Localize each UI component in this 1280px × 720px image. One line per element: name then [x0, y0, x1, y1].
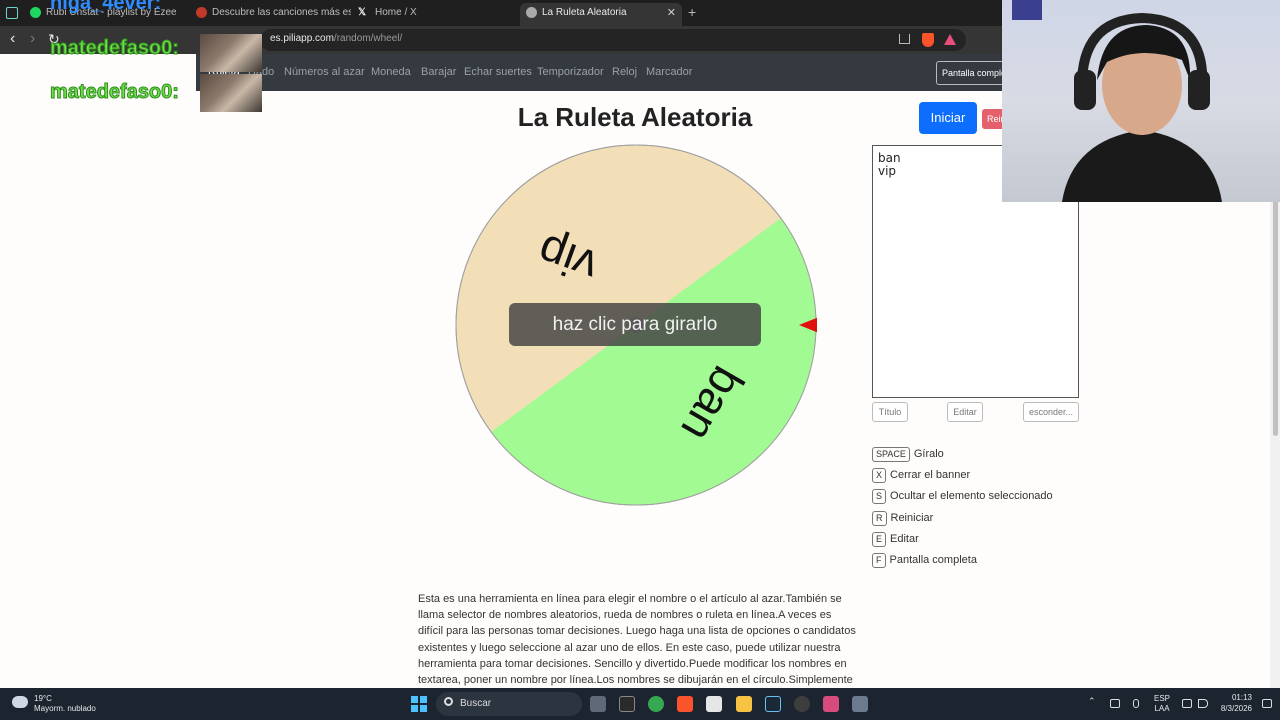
nav-moneda[interactable]: Moneda [371, 66, 411, 78]
weather-temp: 19°C [34, 694, 52, 703]
clock-date: 8/3/2026 [1220, 704, 1252, 713]
brave-shield-icon[interactable] [922, 33, 934, 47]
shortcut-key: SPACE [872, 447, 910, 462]
taskbar-search[interactable]: Buscar [436, 692, 582, 716]
shortcut-f: F Pantalla completa [872, 553, 977, 568]
chevron-up-icon[interactable]: ⌃ [1088, 696, 1098, 706]
tab-label: La Ruleta Aleatoria [542, 7, 627, 18]
language-code: ESP [1154, 694, 1171, 703]
site-icon [526, 6, 537, 18]
clock[interactable]: 01:13 8/3/2026 [1221, 692, 1252, 714]
tab-x[interactable]: 𝕏 Home / X [358, 3, 518, 23]
volume-icon[interactable] [1198, 699, 1208, 708]
app-icon[interactable] [823, 696, 839, 712]
notifications-icon[interactable] [1262, 699, 1272, 708]
shortcut-label: Pantalla completa [889, 554, 977, 566]
spotify-icon [30, 6, 41, 18]
start-button[interactable]: Iniciar [919, 102, 977, 134]
shortcut-key: S [872, 489, 887, 504]
shortcut-label: Gíralo [913, 448, 944, 460]
x-logo-icon: 𝕏 [358, 7, 367, 18]
nav-temporizador[interactable]: Temporizador [537, 66, 604, 78]
title-button[interactable]: Título [872, 402, 908, 422]
discord-icon[interactable] [1110, 699, 1120, 708]
url-host: es.piliapp.com [270, 33, 334, 44]
clock-time: 01:13 [1231, 693, 1252, 702]
cloud-icon [12, 696, 28, 708]
address-bar[interactable]: es.piliapp.com/random/wheel/ [260, 29, 966, 51]
shortcut-key: F [872, 553, 886, 568]
shortcut-key: R [872, 511, 887, 526]
tab-label: Descubre las canciones más escucha [212, 7, 351, 18]
nav-echar-suertes[interactable]: Echar suertes [464, 66, 532, 78]
chat-username: higa_4ever: [50, 0, 162, 14]
task-view-icon[interactable] [590, 696, 606, 712]
back-icon[interactable]: ‹ [10, 31, 15, 47]
language-sub: LAA [1154, 704, 1170, 713]
description-text: Esta es una herramienta en línea para el… [418, 593, 856, 687]
windows-taskbar: 19°C Mayorm. nublado Buscar ⌃ ESP LAA 01… [0, 688, 1280, 720]
edit-button[interactable]: Editar [947, 402, 983, 422]
windows-start-icon[interactable] [411, 696, 427, 712]
shortcut-label: Ocultar el elemento seleccionado [890, 490, 1053, 502]
search-label: Buscar [460, 698, 492, 709]
forward-icon[interactable]: › [30, 31, 35, 47]
nav-numeros[interactable]: Números al azar [284, 66, 365, 78]
shortcut-e: E Editar [872, 532, 919, 547]
shortcut-space: SPACE Gíralo [872, 447, 944, 462]
store-icon[interactable] [706, 696, 722, 712]
search-icon [444, 697, 453, 706]
microphone-icon[interactable] [1133, 699, 1139, 708]
webcam-overlay [1002, 0, 1280, 202]
new-tab-button[interactable]: + [688, 4, 696, 20]
reset-button[interactable]: Reiniciar [982, 109, 1004, 129]
obs-icon[interactable] [794, 696, 810, 712]
hide-button[interactable]: esconder... [1023, 402, 1079, 422]
window-menu-icon[interactable] [6, 7, 18, 19]
url-text: es.piliapp.com/random/wheel/ [270, 33, 402, 44]
nav-barajar[interactable]: Barajar [421, 66, 456, 78]
steam-icon[interactable] [765, 696, 781, 712]
epic-games-icon[interactable] [619, 696, 635, 712]
webcam-person-image [1012, 0, 1222, 202]
shortcut-x: X Cerrar el banner [872, 468, 970, 483]
shortcut-s: S Ocultar el elemento seleccionado [872, 489, 1053, 504]
chat-username: matedefaso0: [50, 81, 180, 104]
site-icon [196, 6, 207, 18]
share-icon[interactable] [899, 34, 910, 44]
shortcut-r: R Reiniciar [872, 511, 933, 526]
chat-avatar-image [200, 74, 262, 112]
language-indicator[interactable]: ESP LAA [1154, 694, 1170, 714]
fullscreen-button[interactable]: Pantalla completa [936, 61, 1012, 85]
nav-marcador[interactable]: Marcador [646, 66, 692, 78]
brave-icon[interactable] [677, 696, 693, 712]
shortcut-key: E [872, 532, 887, 547]
app-icon[interactable] [852, 696, 868, 712]
file-explorer-icon[interactable] [736, 696, 752, 712]
network-icon[interactable] [1182, 699, 1192, 708]
weather-text: 19°C Mayorm. nublado [34, 694, 96, 714]
tab-songs[interactable]: Descubre las canciones más escucha [196, 3, 351, 23]
nav-reloj[interactable]: Reloj [612, 66, 637, 78]
chat-username: matedefaso0: [50, 37, 180, 60]
spin-hint-banner[interactable]: haz clic para girarlo [509, 303, 761, 346]
weather-desc: Mayorm. nublado [34, 704, 96, 713]
chrome-icon[interactable] [648, 696, 664, 712]
shortcut-label: Reiniciar [890, 512, 934, 524]
url-path: /random/wheel/ [333, 33, 403, 44]
close-tab-icon[interactable]: ✕ [667, 3, 676, 23]
brave-rewards-icon[interactable] [944, 34, 956, 45]
shortcut-label: Editar [890, 533, 919, 545]
tab-label: Home / X [375, 7, 417, 18]
chat-avatar-image [200, 34, 262, 72]
tab-ruleta[interactable]: La Ruleta Aleatoria ✕ [520, 3, 682, 26]
shortcut-key: X [872, 468, 887, 483]
shortcut-label: Cerrar el banner [890, 469, 971, 481]
